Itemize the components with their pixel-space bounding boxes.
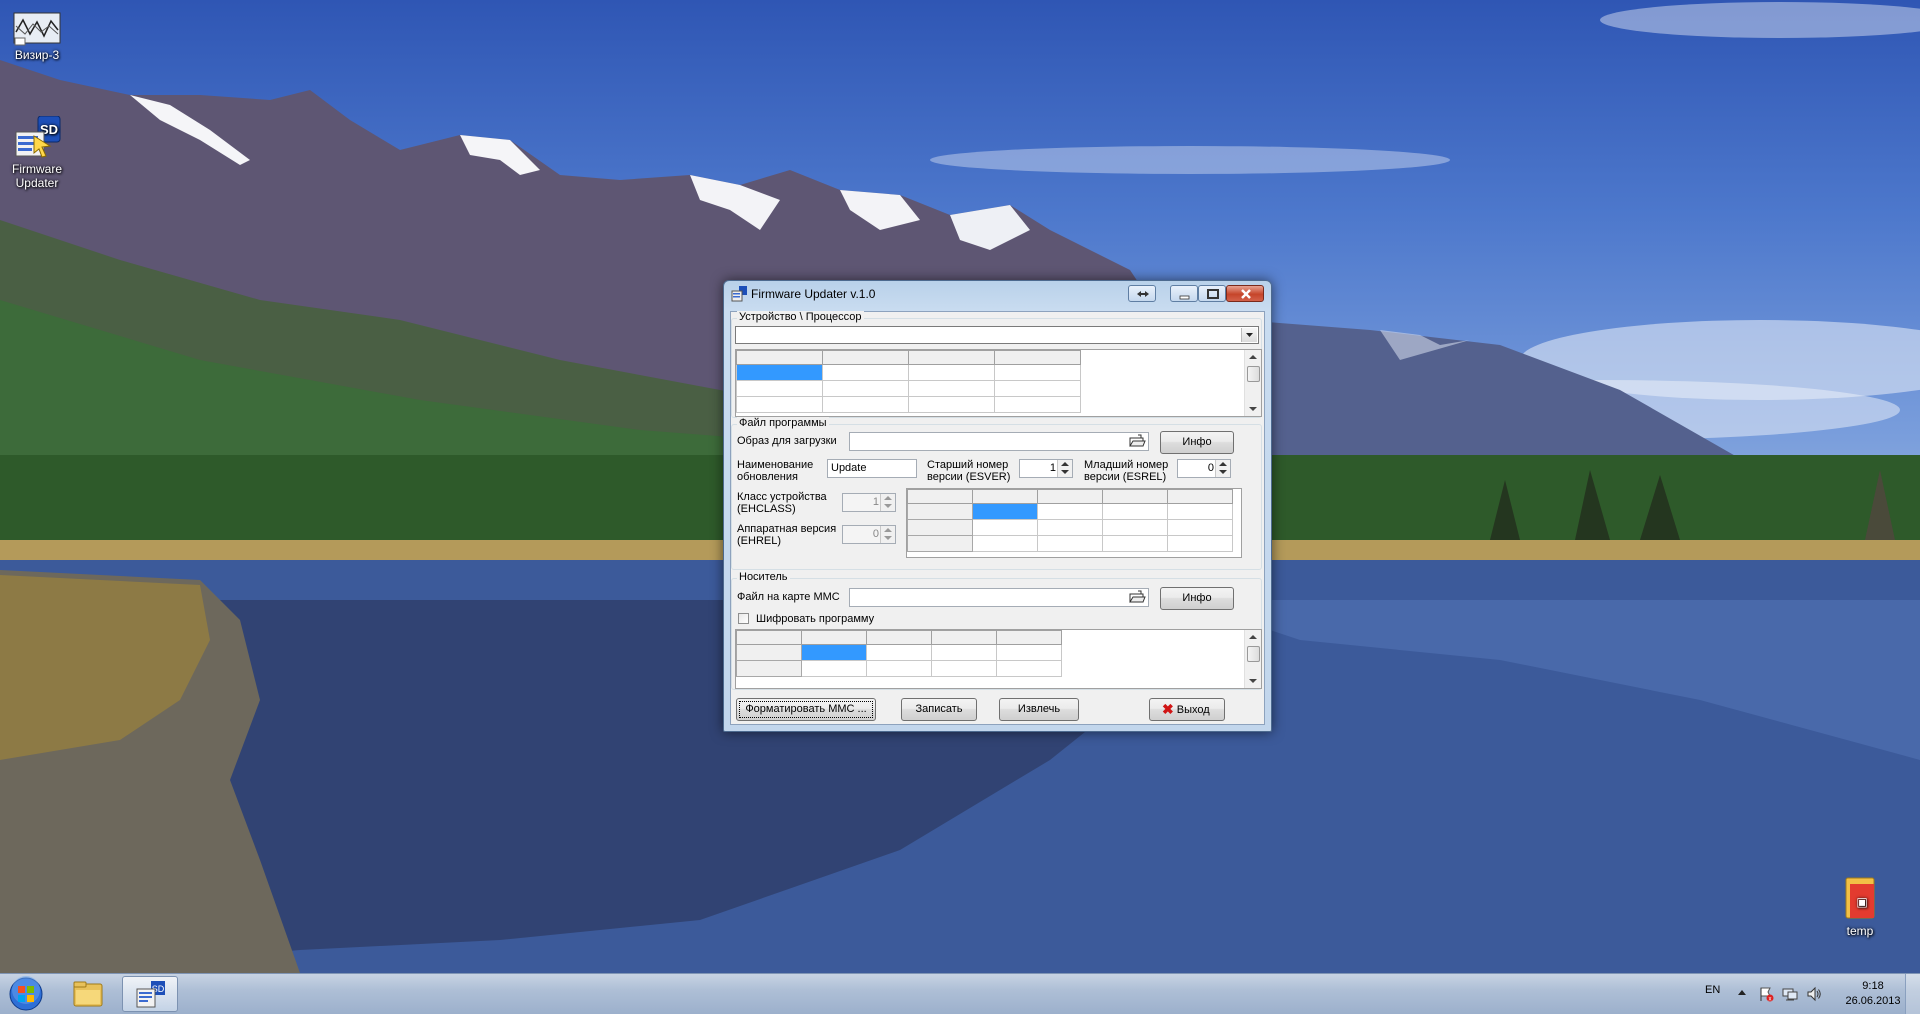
device-class-label: Класс устройства (EHCLASS) — [737, 491, 827, 515]
maximize-button[interactable] — [1198, 285, 1226, 302]
desktop-icon-temp[interactable]: ▣ temp — [1820, 872, 1900, 938]
firmware-updater-icon: SD — [12, 115, 62, 160]
volume-icon[interactable] — [1806, 986, 1822, 1002]
device-processor-legend: Устройство \ Процессор — [737, 311, 864, 323]
media-grid[interactable] — [735, 629, 1262, 689]
tray-button[interactable] — [1128, 285, 1156, 302]
media-grid-selected-cell[interactable] — [801, 644, 867, 661]
desktop-icon-temp-label: temp — [1846, 924, 1874, 938]
major-version-label: Старший номер версии (ESVER) — [927, 459, 1011, 483]
device-grid[interactable] — [735, 349, 1262, 417]
format-mmc-button[interactable]: Форматировать MMC ... — [736, 698, 876, 721]
program-file-group: Файл программы Образ для загрузки Инфо Н… — [731, 417, 1262, 570]
device-processor-group: Устройство \ Процессор — [731, 311, 1262, 418]
media-group: Носитель Файл на карте MMC Инфо Шифроват… — [731, 571, 1262, 690]
clock-time[interactable]: 9:18 — [1845, 980, 1901, 992]
show-hidden-icons-icon[interactable] — [1738, 990, 1746, 995]
folder-icon: ▣ — [1840, 872, 1880, 922]
svg-text:x: x — [1769, 997, 1772, 1003]
language-indicator[interactable]: EN — [1705, 984, 1720, 996]
update-name-field[interactable]: Update — [827, 459, 917, 478]
scroll-down-icon[interactable] — [1249, 407, 1257, 411]
taskbar-explorer[interactable] — [60, 976, 116, 1012]
show-desktop-button[interactable] — [1905, 974, 1920, 1014]
window-client-area: Устройство \ Процессор Файл программы Об… — [730, 311, 1265, 725]
taskbar-firmware-updater[interactable]: SD — [122, 976, 178, 1012]
desktop-icon-firmware-updater-label: Firmware Updater — [12, 162, 62, 190]
write-button[interactable]: Записать — [901, 698, 977, 721]
image-path-field[interactable] — [849, 432, 1149, 451]
start-button[interactable] — [6, 976, 46, 1012]
open-folder-icon[interactable] — [1127, 434, 1147, 449]
image-label: Образ для загрузки — [737, 435, 837, 447]
hw-version-spinner: 0 — [842, 525, 896, 544]
update-name-label: Наименование обновления — [737, 459, 814, 483]
minor-version-value: 0 — [1207, 462, 1214, 474]
scroll-thumb[interactable] — [1247, 366, 1260, 382]
version-grid-selected-cell[interactable] — [972, 503, 1038, 520]
scroll-up-icon[interactable] — [1249, 635, 1257, 639]
device-class-value: 1 — [872, 496, 879, 508]
spinner-arrows-icon — [880, 526, 895, 543]
app-icon[interactable] — [731, 286, 747, 302]
major-version-value: 1 — [1049, 462, 1056, 474]
device-grid-selected-cell[interactable] — [736, 364, 823, 381]
svg-text:▣: ▣ — [1856, 895, 1867, 909]
program-file-legend: Файл программы — [737, 417, 829, 429]
spinner-arrows-icon — [880, 494, 895, 511]
hw-version-value: 0 — [872, 528, 879, 540]
mmc-file-label: Файл на карте MMC — [737, 591, 840, 603]
exit-button[interactable]: ✖ Выход — [1149, 698, 1225, 721]
firmware-updater-icon: SD — [136, 981, 165, 1008]
device-processor-combo[interactable] — [735, 326, 1259, 344]
clock-date[interactable]: 26.06.2013 — [1845, 995, 1901, 1007]
window-title: Firmware Updater v.1.0 — [751, 287, 876, 301]
extract-button[interactable]: Извлечь — [999, 698, 1079, 721]
desktop-icon-vizir[interactable]: Визир-3 — [0, 12, 77, 62]
encrypt-label[interactable]: Шифровать программу — [756, 613, 874, 625]
desktop-icon-firmware-updater[interactable]: SD Firmware Updater — [0, 115, 77, 190]
scroll-thumb[interactable] — [1247, 646, 1260, 662]
encrypt-checkbox[interactable] — [738, 613, 749, 624]
minimize-button[interactable] — [1170, 285, 1198, 302]
open-folder-icon[interactable] — [1127, 590, 1147, 605]
exit-button-label: Выход — [1176, 704, 1210, 716]
firmware-updater-window: Firmware Updater v.1.0 Устройство \ Проц… — [723, 280, 1272, 732]
minor-version-spinner[interactable]: 0 — [1177, 459, 1231, 478]
mmc-info-button[interactable]: Инфо — [1160, 587, 1234, 610]
spinner-arrows-icon[interactable] — [1215, 460, 1230, 477]
device-class-spinner: 1 — [842, 493, 896, 512]
taskbar: SD EN x 9:18 26.06.2013 — [0, 973, 1920, 1014]
red-x-icon: ✖ — [1162, 701, 1174, 717]
major-version-spinner[interactable]: 1 — [1019, 459, 1073, 478]
mmc-file-field[interactable] — [849, 588, 1149, 607]
desktop-icon-vizir-label: Визир-3 — [14, 48, 60, 62]
close-button[interactable] — [1226, 285, 1264, 302]
media-legend: Носитель — [737, 571, 790, 583]
hw-version-label: Аппаратная версия (EHREL) — [737, 523, 837, 547]
scroll-up-icon[interactable] — [1249, 355, 1257, 359]
minor-version-label: Младший номер версии (ESREL) — [1084, 459, 1169, 483]
vizir-icon — [13, 12, 61, 46]
spinner-arrows-icon[interactable] — [1057, 460, 1072, 477]
action-center-flag-icon[interactable]: x — [1758, 986, 1774, 1002]
image-info-button[interactable]: Инфо — [1160, 431, 1234, 454]
title-bar[interactable]: Firmware Updater v.1.0 — [724, 281, 1271, 307]
media-grid-scrollbar[interactable] — [1244, 630, 1261, 688]
windows-logo-icon — [9, 976, 43, 1011]
scroll-down-icon[interactable] — [1249, 679, 1257, 683]
device-grid-scrollbar[interactable] — [1244, 350, 1261, 416]
network-icon[interactable] — [1782, 986, 1798, 1002]
folder-icon — [73, 981, 103, 1007]
version-grid[interactable] — [906, 488, 1242, 558]
desktop: Визир-3 SD Firmware Updater ▣ temp Firmw… — [0, 0, 1920, 973]
chevron-down-icon[interactable] — [1241, 328, 1257, 342]
